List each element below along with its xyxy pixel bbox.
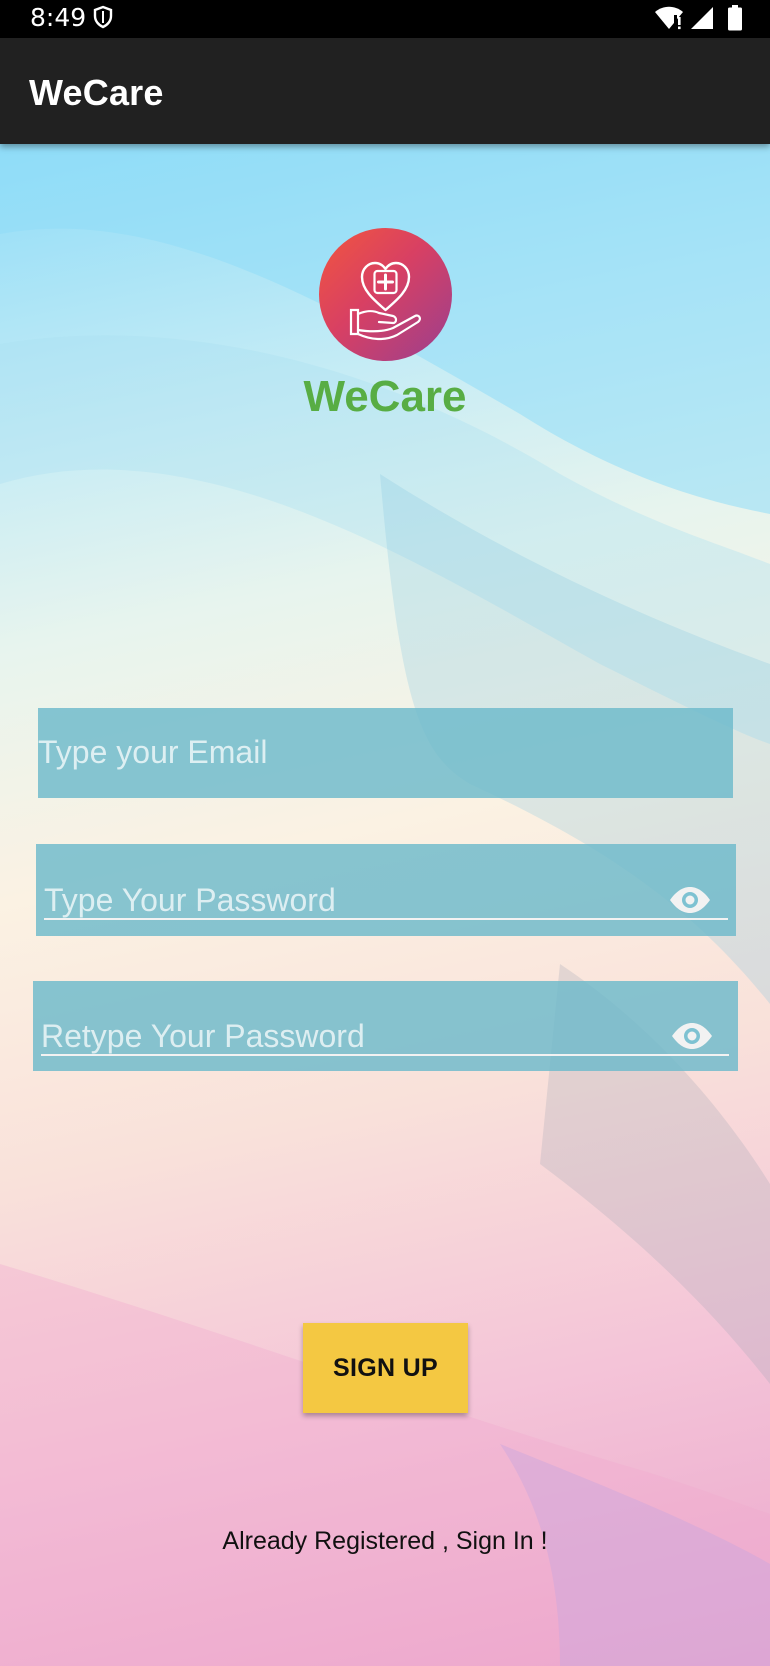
wifi-icon xyxy=(655,6,683,30)
password-field-container xyxy=(36,844,736,936)
retype-password-field-container xyxy=(33,981,738,1071)
status-bar: 8:49 xyxy=(0,0,770,38)
app-logo xyxy=(319,228,452,361)
password-underline xyxy=(44,918,728,920)
brand-name: WeCare xyxy=(303,372,467,421)
status-time: 8:49 xyxy=(30,3,87,32)
signal-icon xyxy=(691,7,713,29)
app-title: WeCare xyxy=(29,72,164,113)
email-field-container xyxy=(38,708,733,798)
heart-hand-medical-icon xyxy=(349,261,421,341)
password-input[interactable] xyxy=(44,878,654,922)
retype-password-input[interactable] xyxy=(41,1014,651,1058)
signin-link[interactable]: Already Registered , Sign In ! xyxy=(0,1527,770,1556)
email-input[interactable] xyxy=(38,730,718,774)
app-bar: WeCare xyxy=(0,38,770,144)
eye-icon[interactable] xyxy=(669,886,711,914)
retype-password-underline xyxy=(41,1054,729,1056)
battery-icon xyxy=(728,5,742,31)
signup-button[interactable]: SIGN UP xyxy=(303,1323,468,1413)
shield-icon xyxy=(93,5,113,29)
eye-icon[interactable] xyxy=(671,1022,713,1050)
